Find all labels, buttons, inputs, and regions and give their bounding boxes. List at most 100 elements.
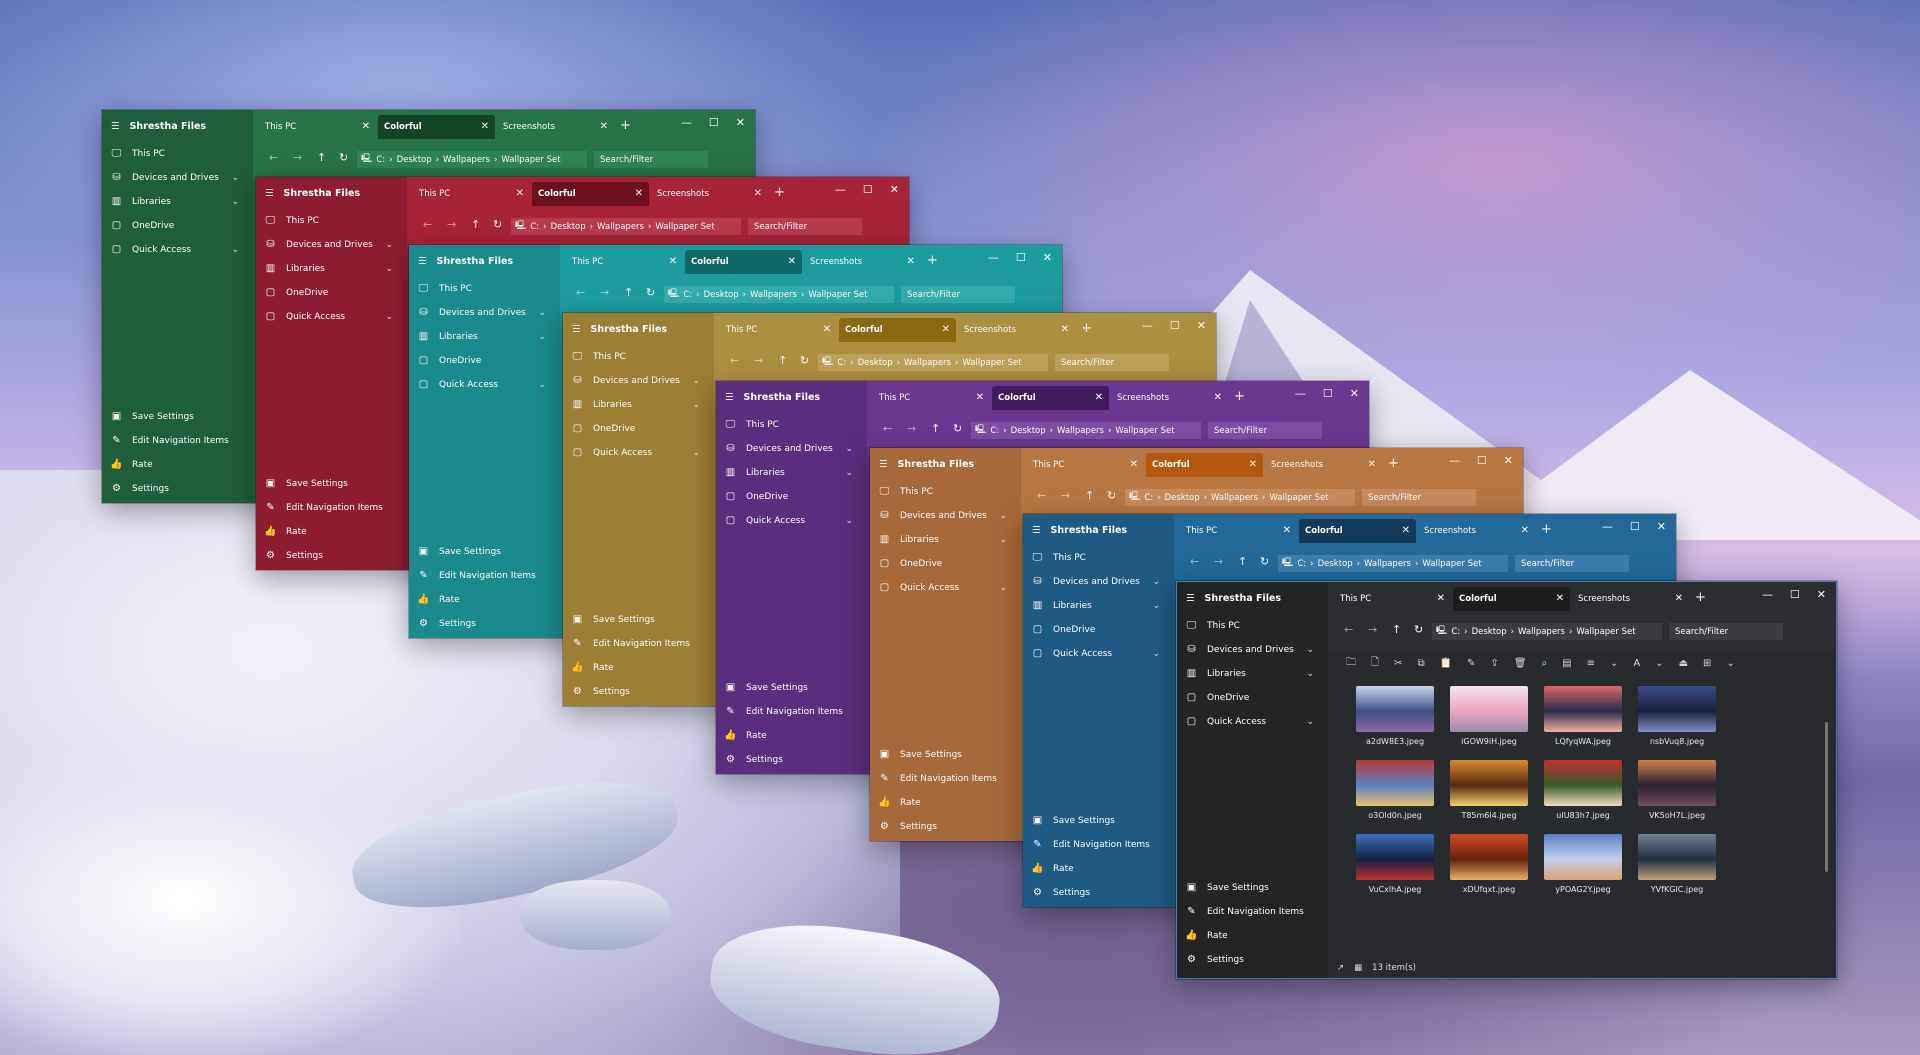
file-item[interactable]: xDUfqxt.jpeg: [1442, 834, 1536, 894]
refresh-icon[interactable]: ↻: [1260, 555, 1269, 568]
file-item[interactable]: a2dW8E3.jpeg: [1348, 686, 1442, 746]
chevron-down-icon[interactable]: ⌄: [1306, 645, 1314, 655]
close-tab-icon[interactable]: ✕: [1214, 392, 1222, 403]
chevron-down-icon[interactable]: ⌄: [538, 380, 546, 390]
breadcrumb-item[interactable]: Wallpapers: [1211, 493, 1258, 503]
forward-icon[interactable]: →: [600, 286, 609, 299]
search-icon[interactable]: ⌕: [1542, 658, 1548, 669]
sidebar-item-rate[interactable]: 👍 Rate: [563, 656, 714, 680]
close-tab-icon[interactable]: ✕: [362, 121, 370, 132]
sidebar-item-edit-navigation-items[interactable]: ✎ Edit Navigation Items: [1023, 833, 1174, 857]
sidebar-item-this-pc[interactable]: 🖵 This PC: [1177, 614, 1328, 638]
up-icon[interactable]: ↑: [778, 354, 787, 367]
close-window-icon[interactable]: ✕: [1657, 520, 1666, 533]
breadcrumb-item[interactable]: Wallpapers: [1057, 426, 1104, 436]
new-tab-icon[interactable]: +: [927, 253, 938, 268]
address-bar[interactable]: 🖳 C: › Desktop › Wallpapers › Wallpaper Set: [1278, 555, 1508, 572]
sidebar-item-libraries[interactable]: ▥ Libraries ⌄: [256, 257, 407, 281]
sidebar-item-this-pc[interactable]: 🖵 This PC: [409, 277, 560, 301]
back-icon[interactable]: ←: [883, 422, 892, 435]
vertical-scrollbar[interactable]: [1825, 722, 1828, 872]
close-tab-icon[interactable]: ✕: [516, 188, 524, 199]
tab-colorful[interactable]: Colorful ✕: [839, 318, 956, 342]
close-window-icon[interactable]: ✕: [890, 183, 899, 196]
sidebar-item-quick-access[interactable]: ▢ Quick Access ⌄: [1177, 710, 1328, 734]
cut-icon[interactable]: ✂: [1394, 658, 1402, 669]
tab-colorful[interactable]: Colorful ✕: [378, 115, 495, 139]
sidebar-item-rate[interactable]: 👍 Rate: [716, 724, 867, 748]
forward-icon[interactable]: →: [907, 422, 916, 435]
close-tab-icon[interactable]: ✕: [976, 392, 984, 403]
minimize-icon[interactable]: —: [988, 251, 999, 264]
sidebar-item-this-pc[interactable]: 🖵 This PC: [1023, 546, 1174, 570]
close-tab-icon[interactable]: ✕: [1437, 593, 1445, 604]
refresh-icon[interactable]: ↻: [493, 218, 502, 231]
breadcrumb-item[interactable]: Wallpaper Set: [1576, 627, 1635, 637]
breadcrumb-item[interactable]: Wallpaper Set: [655, 222, 714, 232]
chevron-down-icon[interactable]: ⌄: [845, 516, 853, 526]
breadcrumb-item[interactable]: Desktop: [1472, 627, 1507, 637]
sidebar-item-libraries[interactable]: ▥ Libraries ⌄: [563, 393, 714, 417]
sidebar-item-edit-navigation-items[interactable]: ✎ Edit Navigation Items: [563, 632, 714, 656]
breadcrumb-item[interactable]: Wallpaper Set: [1269, 493, 1328, 503]
search-input[interactable]: Search/Filter: [1515, 555, 1629, 572]
chevron-down-icon[interactable]: ⌄: [231, 197, 239, 207]
tab-screenshots[interactable]: Screenshots ✕: [958, 318, 1075, 342]
minimize-icon[interactable]: —: [1449, 454, 1460, 467]
sidebar-item-rate[interactable]: 👍 Rate: [1177, 924, 1328, 948]
sidebar-item-settings[interactable]: ⚙ Settings: [102, 477, 253, 501]
tab-this-pc[interactable]: This PC ✕: [566, 250, 683, 274]
close-tab-icon[interactable]: ✕: [1095, 392, 1103, 403]
sidebar-item-onedrive[interactable]: ▢ OneDrive: [256, 281, 407, 305]
breadcrumb-item[interactable]: Wallpaper Set: [1422, 559, 1481, 569]
sidebar-item-edit-navigation-items[interactable]: ✎ Edit Navigation Items: [102, 429, 253, 453]
hamburger-menu-icon[interactable]: ☰: [418, 256, 427, 267]
hamburger-menu-icon[interactable]: ☰: [111, 121, 120, 132]
back-icon[interactable]: ←: [576, 286, 585, 299]
sidebar-item-this-pc[interactable]: 🖵 This PC: [563, 345, 714, 369]
back-icon[interactable]: ←: [730, 354, 739, 367]
sidebar-item-quick-access[interactable]: ▢ Quick Access ⌄: [1023, 642, 1174, 666]
breadcrumb-item[interactable]: Wallpapers: [1364, 559, 1411, 569]
sidebar-item-devices-and-drives[interactable]: ⛁ Devices and Drives ⌄: [563, 369, 714, 393]
search-input[interactable]: Search/Filter: [748, 218, 862, 235]
back-icon[interactable]: ←: [1190, 555, 1199, 568]
sidebar-item-settings[interactable]: ⚙ Settings: [1023, 881, 1174, 905]
chevron-down-icon[interactable]: ⌄: [1152, 601, 1160, 611]
sidebar-item-rate[interactable]: 👍 Rate: [870, 791, 1021, 815]
tab-this-pc[interactable]: This PC ✕: [1334, 587, 1451, 611]
sidebar-item-settings[interactable]: ⚙ Settings: [716, 748, 867, 772]
close-tab-icon[interactable]: ✕: [1249, 459, 1257, 470]
hamburger-menu-icon[interactable]: ☰: [1032, 525, 1041, 536]
maximize-icon[interactable]: ☐: [1790, 588, 1800, 601]
new-tab-icon[interactable]: +: [620, 118, 631, 133]
search-input[interactable]: Search/Filter: [1362, 489, 1476, 506]
chevron-down-icon[interactable]: ⌄: [999, 511, 1007, 521]
tab-this-pc[interactable]: This PC ✕: [720, 318, 837, 342]
forward-icon[interactable]: →: [1061, 489, 1070, 502]
forward-icon[interactable]: →: [754, 354, 763, 367]
forward-icon[interactable]: →: [1368, 623, 1377, 636]
sidebar-item-quick-access[interactable]: ▢ Quick Access ⌄: [409, 373, 560, 397]
maximize-icon[interactable]: ☐: [1477, 454, 1487, 467]
sidebar-item-onedrive[interactable]: ▢ OneDrive: [1023, 618, 1174, 642]
chevron-down-icon[interactable]: ⌄: [385, 240, 393, 250]
up-icon[interactable]: ↑: [624, 286, 633, 299]
copy-icon[interactable]: ⧉: [1417, 658, 1424, 669]
sidebar-item-devices-and-drives[interactable]: ⛁ Devices and Drives ⌄: [102, 166, 253, 190]
breadcrumb-item[interactable]: Desktop: [397, 155, 432, 165]
new-folder-icon[interactable]: 🗀: [1346, 655, 1356, 672]
minimize-icon[interactable]: —: [1142, 319, 1153, 332]
properties-icon[interactable]: ▤: [1562, 658, 1571, 669]
paste-icon[interactable]: 📋: [1440, 658, 1452, 669]
layout-grid-icon[interactable]: ⊞: [1703, 658, 1711, 669]
sidebar-item-save-settings[interactable]: ▣ Save Settings: [563, 608, 714, 632]
sidebar-item-save-settings[interactable]: ▣ Save Settings: [102, 405, 253, 429]
sidebar-item-devices-and-drives[interactable]: ⛁ Devices and Drives ⌄: [716, 437, 867, 461]
chevron-down-icon[interactable]: ⌄: [538, 308, 546, 318]
breadcrumb-item[interactable]: Wallpapers: [750, 290, 797, 300]
close-tab-icon[interactable]: ✕: [1675, 593, 1683, 604]
close-window-icon[interactable]: ✕: [1043, 251, 1052, 264]
hamburger-menu-icon[interactable]: ☰: [265, 188, 274, 199]
tab-screenshots[interactable]: Screenshots ✕: [1265, 453, 1382, 477]
